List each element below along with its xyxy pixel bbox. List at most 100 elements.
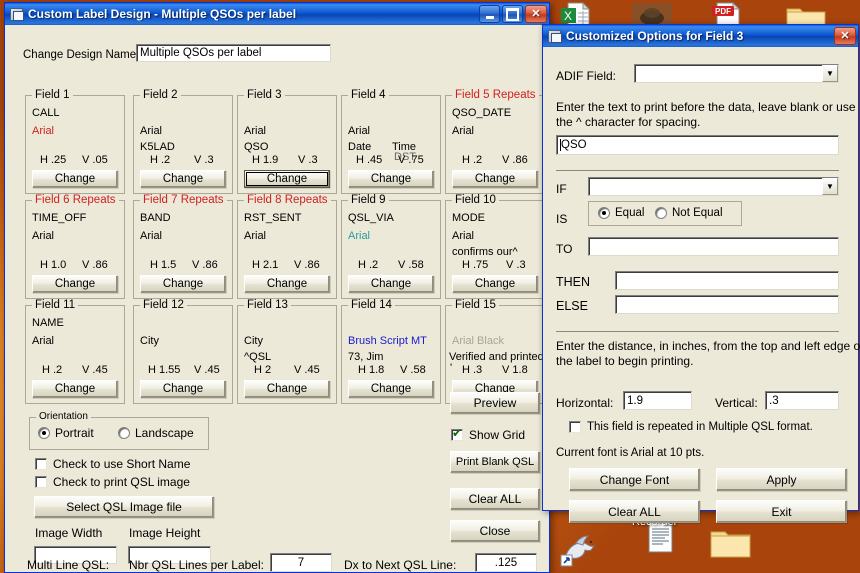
clear-all-button[interactable]: Clear ALL: [450, 488, 540, 510]
field-12-v: V .45: [194, 364, 220, 376]
if-combobox[interactable]: ▼: [588, 177, 839, 196]
chevron-down-icon[interactable]: ▼: [822, 178, 838, 195]
then-label: THEN: [556, 275, 591, 289]
maximize-button[interactable]: [502, 5, 523, 23]
field-5-v: V .86: [502, 154, 528, 166]
field-12-change-button[interactable]: Change: [140, 380, 226, 398]
is-not-equal-label: Not Equal: [672, 207, 723, 219]
field-2-h: H .2: [150, 154, 171, 166]
field-10-change-button[interactable]: Change: [452, 275, 538, 293]
field-15-caption: Field 15: [452, 299, 499, 311]
field-2-change-button[interactable]: Change: [140, 170, 226, 188]
change-font-button[interactable]: Change Font: [569, 468, 700, 491]
field-14-change-button[interactable]: Change: [348, 380, 434, 398]
adif-field-combobox[interactable]: ▼: [634, 64, 839, 83]
field-5-change-button[interactable]: Change: [452, 170, 538, 188]
field-14-v: V .58: [400, 364, 426, 376]
field-11-line2: Arial: [32, 335, 55, 347]
dialog-titlebar[interactable]: Customized Options for Field 3 ✕: [543, 25, 858, 47]
field-4-caption: Field 4: [348, 89, 389, 101]
field-group-3: Field 3 Arial QSO H 1.9 V .3 Change: [237, 89, 337, 194]
nbr-qsl-lines-input[interactable]: 7: [270, 553, 332, 572]
vertical-input[interactable]: .3: [765, 391, 839, 410]
orientation-landscape-radio[interactable]: Landscape: [118, 426, 194, 440]
field-1-line2: Arial: [32, 125, 55, 137]
image-height-label: Image Height: [129, 526, 201, 540]
field-group-13: Field 13 City ^QSL H 2 V .45 Change: [237, 299, 337, 404]
orientation-portrait-label: Portrait: [55, 426, 94, 440]
field-6-change-button[interactable]: Change: [32, 275, 118, 293]
chevron-down-icon[interactable]: ▼: [822, 65, 838, 82]
is-equal-radio[interactable]: Equal: [598, 207, 644, 219]
field-9-caption: Field 9: [348, 194, 389, 206]
field-group-4: Field 4 Arial Date Time DST H .45 V .75 …: [341, 89, 441, 194]
orientation-group: Orientation Portrait Landscape: [29, 411, 209, 450]
short-name-label: Check to use Short Name: [53, 457, 191, 471]
design-name-input[interactable]: Multiple QSOs per label: [136, 44, 331, 62]
field-15-line2: Arial Black: [452, 335, 504, 347]
svg-text:X: X: [564, 9, 572, 23]
is-equal-label: Equal: [615, 207, 645, 219]
select-qsl-image-file-button[interactable]: Select QSL Image file: [34, 496, 214, 518]
field-7-caption: Field 7 Repeats: [140, 194, 227, 206]
field-group-8: Field 8 Repeats RST_SENT Arial H 2.1 V .…: [237, 194, 337, 299]
field-15-line3: Verified and printed: [449, 351, 544, 363]
field-group-11: Field 11 NAME Arial H .2 V .45 Change: [25, 299, 125, 404]
field-4-v: V .75: [398, 154, 424, 166]
field-13-change-button[interactable]: Change: [244, 380, 330, 398]
field-5-caption: Field 5 Repeats: [452, 89, 539, 101]
dialog-clear-all-button[interactable]: Clear ALL: [569, 500, 700, 523]
field-11-change-button[interactable]: Change: [32, 380, 118, 398]
apply-button[interactable]: Apply: [716, 468, 847, 491]
repeated-multiple-qsl-checkbox[interactable]: This field is repeated in Multiple QSL f…: [569, 421, 813, 433]
prefix-help-line2: the ^ character for spacing.: [556, 115, 701, 129]
qsl-image-label: Check to print QSL image: [53, 475, 190, 489]
prefix-text-input[interactable]: QSO: [556, 135, 839, 155]
field-8-line2: Arial: [244, 230, 267, 242]
dialog-client-area: ADIF Field: ▼ Enter the text to print be…: [543, 47, 860, 523]
field-9-v: V .58: [398, 259, 424, 271]
dx-next-qsl-line-input[interactable]: .125: [475, 553, 537, 572]
field-4-change-button[interactable]: Change: [348, 170, 434, 188]
design-name-label: Change Design Name:: [23, 49, 140, 61]
dialog-close-button[interactable]: ✕: [834, 27, 856, 45]
print-blank-qsl-button[interactable]: Print Blank QSL: [450, 451, 540, 473]
folder-icon[interactable]: [708, 527, 752, 566]
to-input[interactable]: [588, 237, 839, 256]
field-6-h: H 1.0: [40, 259, 67, 271]
else-input[interactable]: [615, 295, 839, 314]
exit-button[interactable]: Exit: [716, 500, 847, 523]
close-button-main[interactable]: Close: [450, 520, 540, 542]
short-name-checkbox[interactable]: Check to use Short Name: [35, 457, 190, 471]
field-9-h: H .2: [358, 259, 379, 271]
field-2-v: V .3: [194, 154, 214, 166]
customized-options-dialog: Customized Options for Field 3 ✕ ADIF Fi…: [542, 24, 860, 523]
pegasus-shortcut-icon[interactable]: [560, 525, 602, 572]
field-1-change-button[interactable]: Change: [32, 170, 118, 188]
field-7-change-button[interactable]: Change: [140, 275, 226, 293]
horizontal-input[interactable]: 1.9: [623, 391, 692, 410]
preview-button[interactable]: Preview: [450, 392, 540, 414]
qsl-image-checkbox[interactable]: Check to print QSL image: [35, 475, 190, 489]
orientation-portrait-radio[interactable]: Portrait: [38, 426, 94, 440]
image-width-label: Image Width: [35, 526, 103, 540]
horizontal-label: Horizontal:: [556, 396, 614, 410]
field-8-change-button[interactable]: Change: [244, 275, 330, 293]
is-not-equal-radio[interactable]: Not Equal: [655, 207, 723, 219]
field-group-10: Field 10 MODE Arial confirms our^ H .75 …: [445, 194, 545, 299]
custom-label-design-window: Custom Label Design - Multiple QSOs per …: [4, 2, 550, 573]
field-5-line1: QSO_DATE: [452, 107, 512, 119]
main-window-titlebar[interactable]: Custom Label Design - Multiple QSOs per …: [5, 3, 549, 25]
main-window-title: Custom Label Design - Multiple QSOs per …: [28, 7, 297, 21]
field-6-v: V .86: [82, 259, 108, 271]
then-input[interactable]: [615, 271, 839, 290]
field-9-change-button[interactable]: Change: [348, 275, 434, 293]
field-1-line1: CALL: [32, 107, 60, 119]
field-3-change-button[interactable]: Change: [244, 170, 330, 188]
window-document-icon: [547, 29, 562, 43]
show-grid-checkbox[interactable]: Show Grid: [451, 427, 525, 442]
field-group-9: Field 9 QSL_VIA Arial H .2 V .58 Change: [341, 194, 441, 299]
close-button[interactable]: ✕: [525, 5, 547, 23]
minimize-button[interactable]: [479, 5, 500, 23]
field-14-line3: 73, Jim: [348, 351, 384, 363]
